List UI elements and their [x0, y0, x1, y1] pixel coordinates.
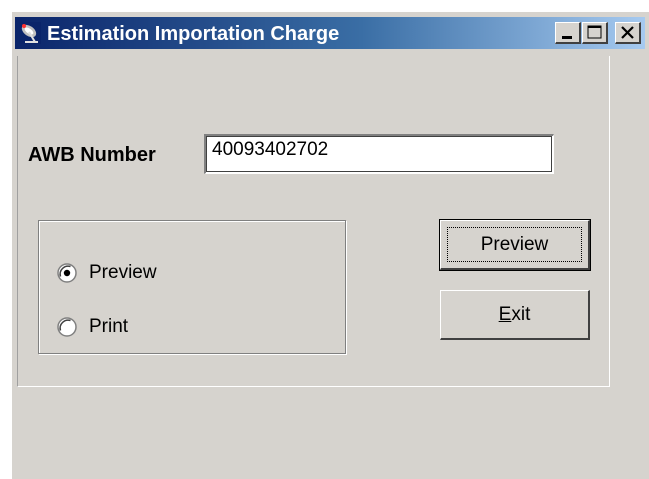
- focus-rectangle: [447, 227, 582, 262]
- title-bar[interactable]: Estimation Importation Charge: [15, 17, 645, 49]
- window-title: Estimation Importation Charge: [47, 23, 340, 45]
- awb-number-label: AWB Number: [28, 144, 156, 166]
- preview-button[interactable]: Preview: [439, 219, 591, 271]
- close-button[interactable]: [615, 22, 641, 44]
- radio-option-preview[interactable]: Preview: [57, 261, 157, 285]
- exit-button-label: Exit: [498, 303, 531, 325]
- radio-option-print[interactable]: Print: [57, 315, 128, 339]
- dialog-window: Estimation Importation Charge AWB Number…: [12, 12, 649, 479]
- output-option-group: Preview Print: [38, 220, 346, 354]
- exit-button[interactable]: Exit: [440, 290, 590, 340]
- minimize-button[interactable]: [555, 22, 581, 44]
- radio-label-preview: Preview: [89, 262, 157, 283]
- radio-unchecked-icon[interactable]: [57, 317, 77, 337]
- awb-number-input[interactable]: 40093402702: [204, 134, 554, 174]
- radio-checked-icon[interactable]: [57, 263, 77, 283]
- close-icon: [621, 26, 634, 39]
- radio-label-print: Print: [89, 316, 129, 337]
- minimize-icon: [562, 36, 572, 39]
- maximize-icon: [587, 25, 602, 39]
- maximize-button[interactable]: [582, 22, 608, 44]
- satellite-dish-icon: [19, 22, 41, 44]
